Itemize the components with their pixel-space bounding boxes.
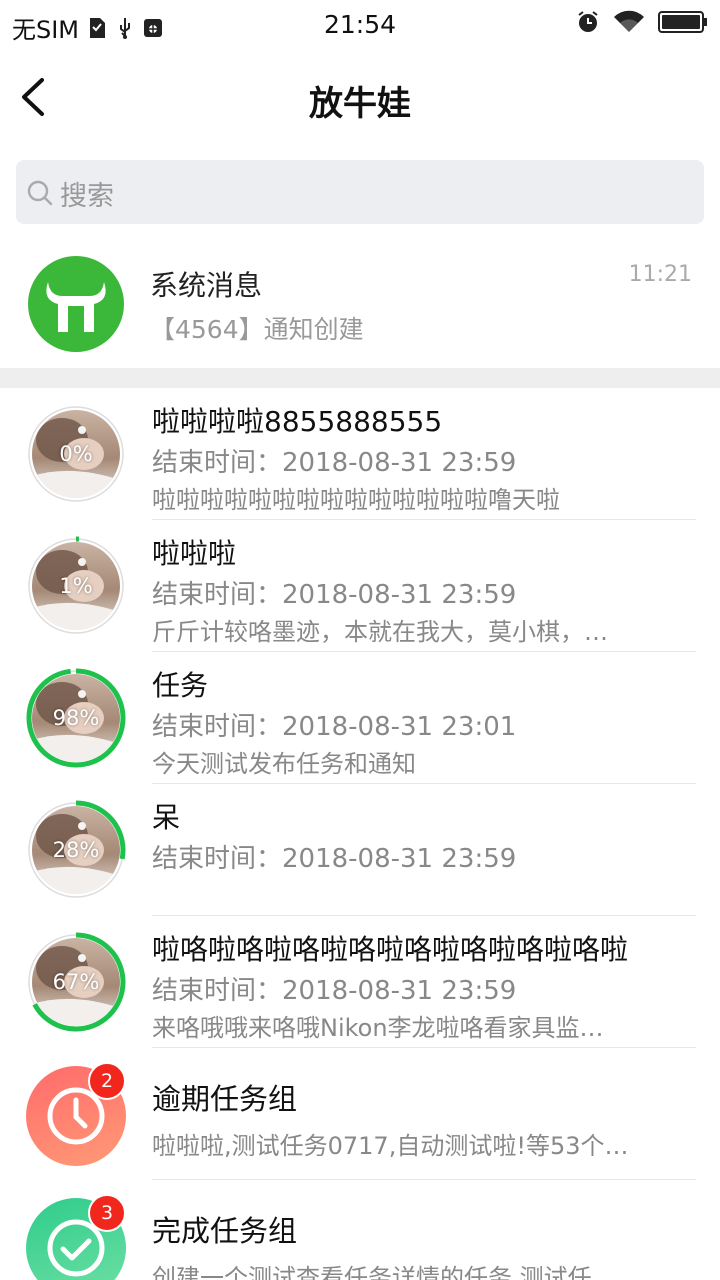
task-progress-ring: 1% — [26, 536, 126, 636]
search-input[interactable]: 搜索 — [16, 160, 704, 224]
task-title: 啦啦啦啦8855888555 — [152, 405, 443, 438]
task-end-time: 结束时间：2018-08-31 23:59 — [152, 844, 517, 874]
task-end-time: 结束时间：2018-08-31 23:59 — [152, 448, 517, 478]
search-placeholder: 搜索 — [60, 181, 114, 212]
nav-bar: 放牛娃 — [0, 50, 720, 144]
task-description: 啦啦啦啦啦啦啦啦啦啦啦啦啦啦噜天啦 — [152, 486, 560, 514]
task-description: 今天测试发布任务和通知 — [152, 750, 416, 778]
status-bar: 无SIM 21:54 — [0, 0, 720, 50]
task-description: 来咯哦哦来咯哦Nikon李龙啦咯看家具监… — [152, 1014, 604, 1042]
task-row[interactable]: 0% 啦啦啦啦8855888555 结束时间：2018-08-31 23:59 啦啦啦… — [0, 388, 720, 520]
task-title: 呆 — [152, 801, 181, 834]
system-logo-icon — [28, 256, 124, 352]
unread-badge: 2 — [88, 1062, 126, 1100]
task-progress-ring: 28% — [26, 800, 126, 900]
task-row[interactable]: 98% 任务结束时间：2018-08-31 23:01 今天测试发布任务和通知 — [0, 652, 720, 784]
page-title: 放牛娃 — [309, 84, 411, 124]
progress-label: 0% — [59, 442, 93, 466]
system-message-row[interactable]: 系统消息 【4564】通知创建 11:21 — [0, 244, 720, 368]
task-progress-ring: 98% — [26, 668, 126, 768]
task-group-row[interactable]: 3 完成任务组创建一个测试查看任务详情的任务,测试任… — [0, 1180, 720, 1280]
group-description: 啦啦啦,测试任务0717,自动测试啦!等53个… — [152, 1132, 629, 1160]
group-title: 完成任务组 — [152, 1214, 298, 1248]
search-icon — [27, 180, 53, 206]
task-end-time: 结束时间：2018-08-31 23:59 — [152, 580, 517, 610]
task-row[interactable]: 67% 啦咯啦咯啦咯啦咯啦咯啦咯啦咯啦咯啦 结束时间：2018-08-31 23:5… — [0, 916, 720, 1048]
task-progress-ring: 67% — [26, 932, 126, 1032]
section-divider — [0, 368, 720, 388]
task-title: 啦啦啦 — [152, 537, 237, 570]
unread-badge: 3 — [88, 1194, 126, 1232]
group-description: 创建一个测试查看任务详情的任务,测试任… — [152, 1264, 616, 1280]
system-message-subtitle: 【4564】通知创建 — [150, 315, 364, 344]
task-title: 啦咯啦咯啦咯啦咯啦咯啦咯啦咯啦咯啦 — [152, 933, 629, 966]
system-message-title: 系统消息 — [150, 269, 263, 302]
task-title: 任务 — [152, 669, 209, 702]
task-row[interactable]: 28% 呆结束时间：2018-08-31 23:59 — [0, 784, 720, 916]
system-message-time: 11:21 — [628, 262, 692, 287]
task-group-row[interactable]: 2 逾期任务组啦啦啦,测试任务0717,自动测试啦!等53个… — [0, 1048, 720, 1180]
task-end-time: 结束时间：2018-08-31 23:59 — [152, 976, 517, 1006]
progress-label: 1% — [59, 574, 93, 598]
task-description: 斤斤计较咯墨迹，本就在我大，莫小棋，… — [152, 618, 608, 646]
task-progress-ring: 0% — [26, 404, 126, 504]
battery-icon — [658, 11, 707, 33]
task-end-time: 结束时间：2018-08-31 23:01 — [152, 712, 517, 742]
group-title: 逾期任务组 — [152, 1082, 298, 1116]
progress-label: 98% — [52, 706, 100, 730]
task-row[interactable]: 1% 啦啦啦结束时间：2018-08-31 23:59 斤斤计较咯墨迹，本就在我大，… — [0, 520, 720, 652]
task-list: 0% 啦啦啦啦8855888555 结束时间：2018-08-31 23:59 啦啦啦… — [0, 388, 720, 1280]
progress-label: 28% — [52, 838, 100, 862]
wifi-icon — [614, 10, 644, 33]
progress-label: 67% — [52, 970, 100, 994]
alarm-icon — [578, 11, 598, 32]
